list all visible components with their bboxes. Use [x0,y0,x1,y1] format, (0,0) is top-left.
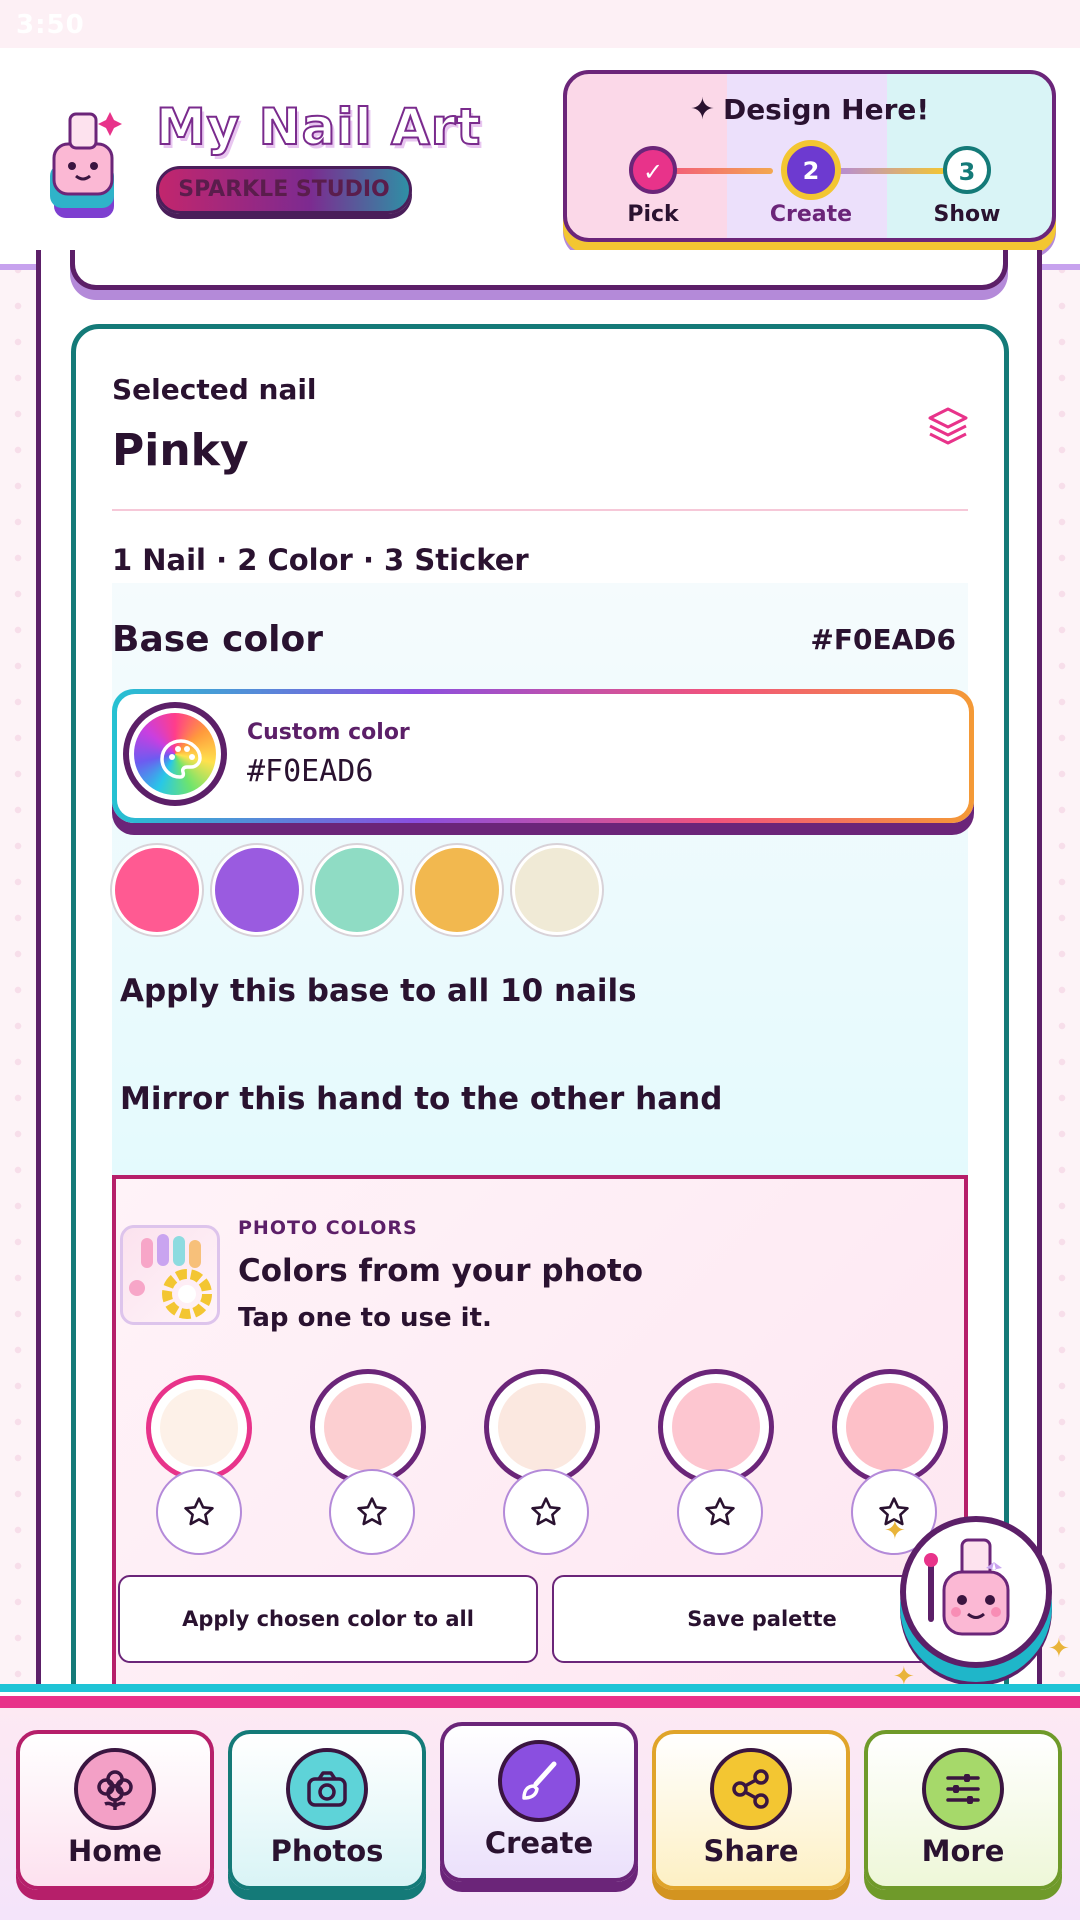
nav-more[interactable]: More [864,1730,1062,1890]
photo-color-swatch[interactable] [658,1369,774,1485]
nail-polish-mascot-icon [924,1538,1010,1636]
nav-home[interactable]: Home [16,1730,214,1890]
sparkle-decoration: ✦ [884,1516,906,1546]
favorite-star-button[interactable] [503,1469,589,1555]
nav-photos[interactable]: Photos [228,1730,426,1890]
sliders-icon [922,1748,1004,1830]
nav-divider-stripe [0,1684,1080,1708]
base-swatch-gold[interactable] [412,845,502,935]
star-icon [705,1497,735,1526]
app-title: My Nail Art [155,97,482,157]
base-swatch-purple[interactable] [212,845,302,935]
apply-base-all-toggle[interactable]: Apply this base to all 10 nails [120,973,637,1009]
favorite-star-button[interactable] [156,1469,242,1555]
photo-colors-section: PHOTO COLORS Colors from your photo Tap … [112,1175,972,1715]
progress-stepper: ✦ Design Here! ✓ 2 3 Pick Create Show [563,70,1056,242]
share-icon [710,1748,792,1830]
app-subtitle-badge: SPARKLE STUDIO [156,166,412,214]
nav-photos-label: Photos [270,1834,384,1868]
photo-color-swatch[interactable] [146,1375,252,1481]
base-swatch-pink[interactable] [112,845,202,935]
custom-color-label: Custom color [247,720,410,745]
nail-design-card: Selected nail Pinky 1 Nail · 2 Color · 3… [71,324,1009,1724]
step-create-label: Create [769,202,853,227]
star-icon [357,1497,387,1526]
step-show-marker[interactable]: 3 [943,146,991,194]
star-icon [184,1497,214,1526]
step-create-marker[interactable]: 2 [781,140,841,200]
bottom-navigation: Home Photos Create Share More [0,1708,1080,1920]
stepper-title: ✦ Design Here! [689,92,930,127]
step-connector-2 [835,168,945,174]
photo-color-swatch[interactable] [832,1369,948,1485]
sparkle-icon: ✦ [689,92,715,127]
custom-color-field[interactable]: Custom color [112,689,974,823]
previous-card-edge [70,250,1008,290]
favorite-star-button[interactable] [329,1469,415,1555]
sparkle-decoration: ✦ [1048,1634,1070,1664]
mascot-helper-button[interactable] [900,1516,1052,1668]
favorite-star-button[interactable] [677,1469,763,1555]
layer-summary: 1 Nail · 2 Color · 3 Sticker [112,543,529,577]
photo-colors-subtitle: Tap one to use it. [238,1303,492,1333]
custom-color-input[interactable] [247,754,847,789]
star-icon [531,1497,561,1526]
nav-create[interactable]: Create [440,1722,638,1882]
status-time: 3:50 [16,10,85,40]
photo-thumbnail[interactable] [120,1225,220,1325]
base-swatch-mint[interactable] [312,845,402,935]
base-swatch-cream[interactable] [512,845,602,935]
brush-icon [498,1740,580,1822]
selected-nail-name: Pinky [112,425,249,476]
nav-share[interactable]: Share [652,1730,850,1890]
base-color-hex: #F0EAD6 [810,623,956,656]
photo-color-swatch[interactable] [310,1369,426,1485]
nav-more-label: More [921,1834,1005,1868]
palette-icon [160,739,202,779]
nail-polish-mascot-logo [50,112,122,218]
divider [112,509,968,511]
selected-nail-label: Selected nail [112,373,317,406]
camera-icon [286,1748,368,1830]
step-show-label: Show [933,202,1001,227]
nav-create-label: Create [484,1826,594,1860]
nav-home-label: Home [67,1834,163,1868]
step-connector-1 [663,168,773,174]
apply-chosen-color-button[interactable]: Apply chosen color to all [118,1575,538,1663]
base-color-section: Base color #F0EAD6 Custom color #F0EAD6 … [112,583,974,1183]
photo-colors-title: Colors from your photo [238,1253,643,1289]
mirror-hand-toggle[interactable]: Mirror this hand to the other hand [120,1081,722,1117]
base-color-title: Base color [112,619,324,660]
step-pick-label: Pick [627,202,679,227]
status-bar: 3:50 [0,0,1080,48]
color-picker-button[interactable] [123,702,227,806]
layers-icon[interactable] [926,405,970,449]
photo-color-swatch[interactable] [484,1369,600,1485]
flower-icon [74,1748,156,1830]
nav-share-label: Share [703,1834,799,1868]
step-pick-marker[interactable]: ✓ [629,146,677,194]
photo-colors-kicker: PHOTO COLORS [238,1217,418,1239]
